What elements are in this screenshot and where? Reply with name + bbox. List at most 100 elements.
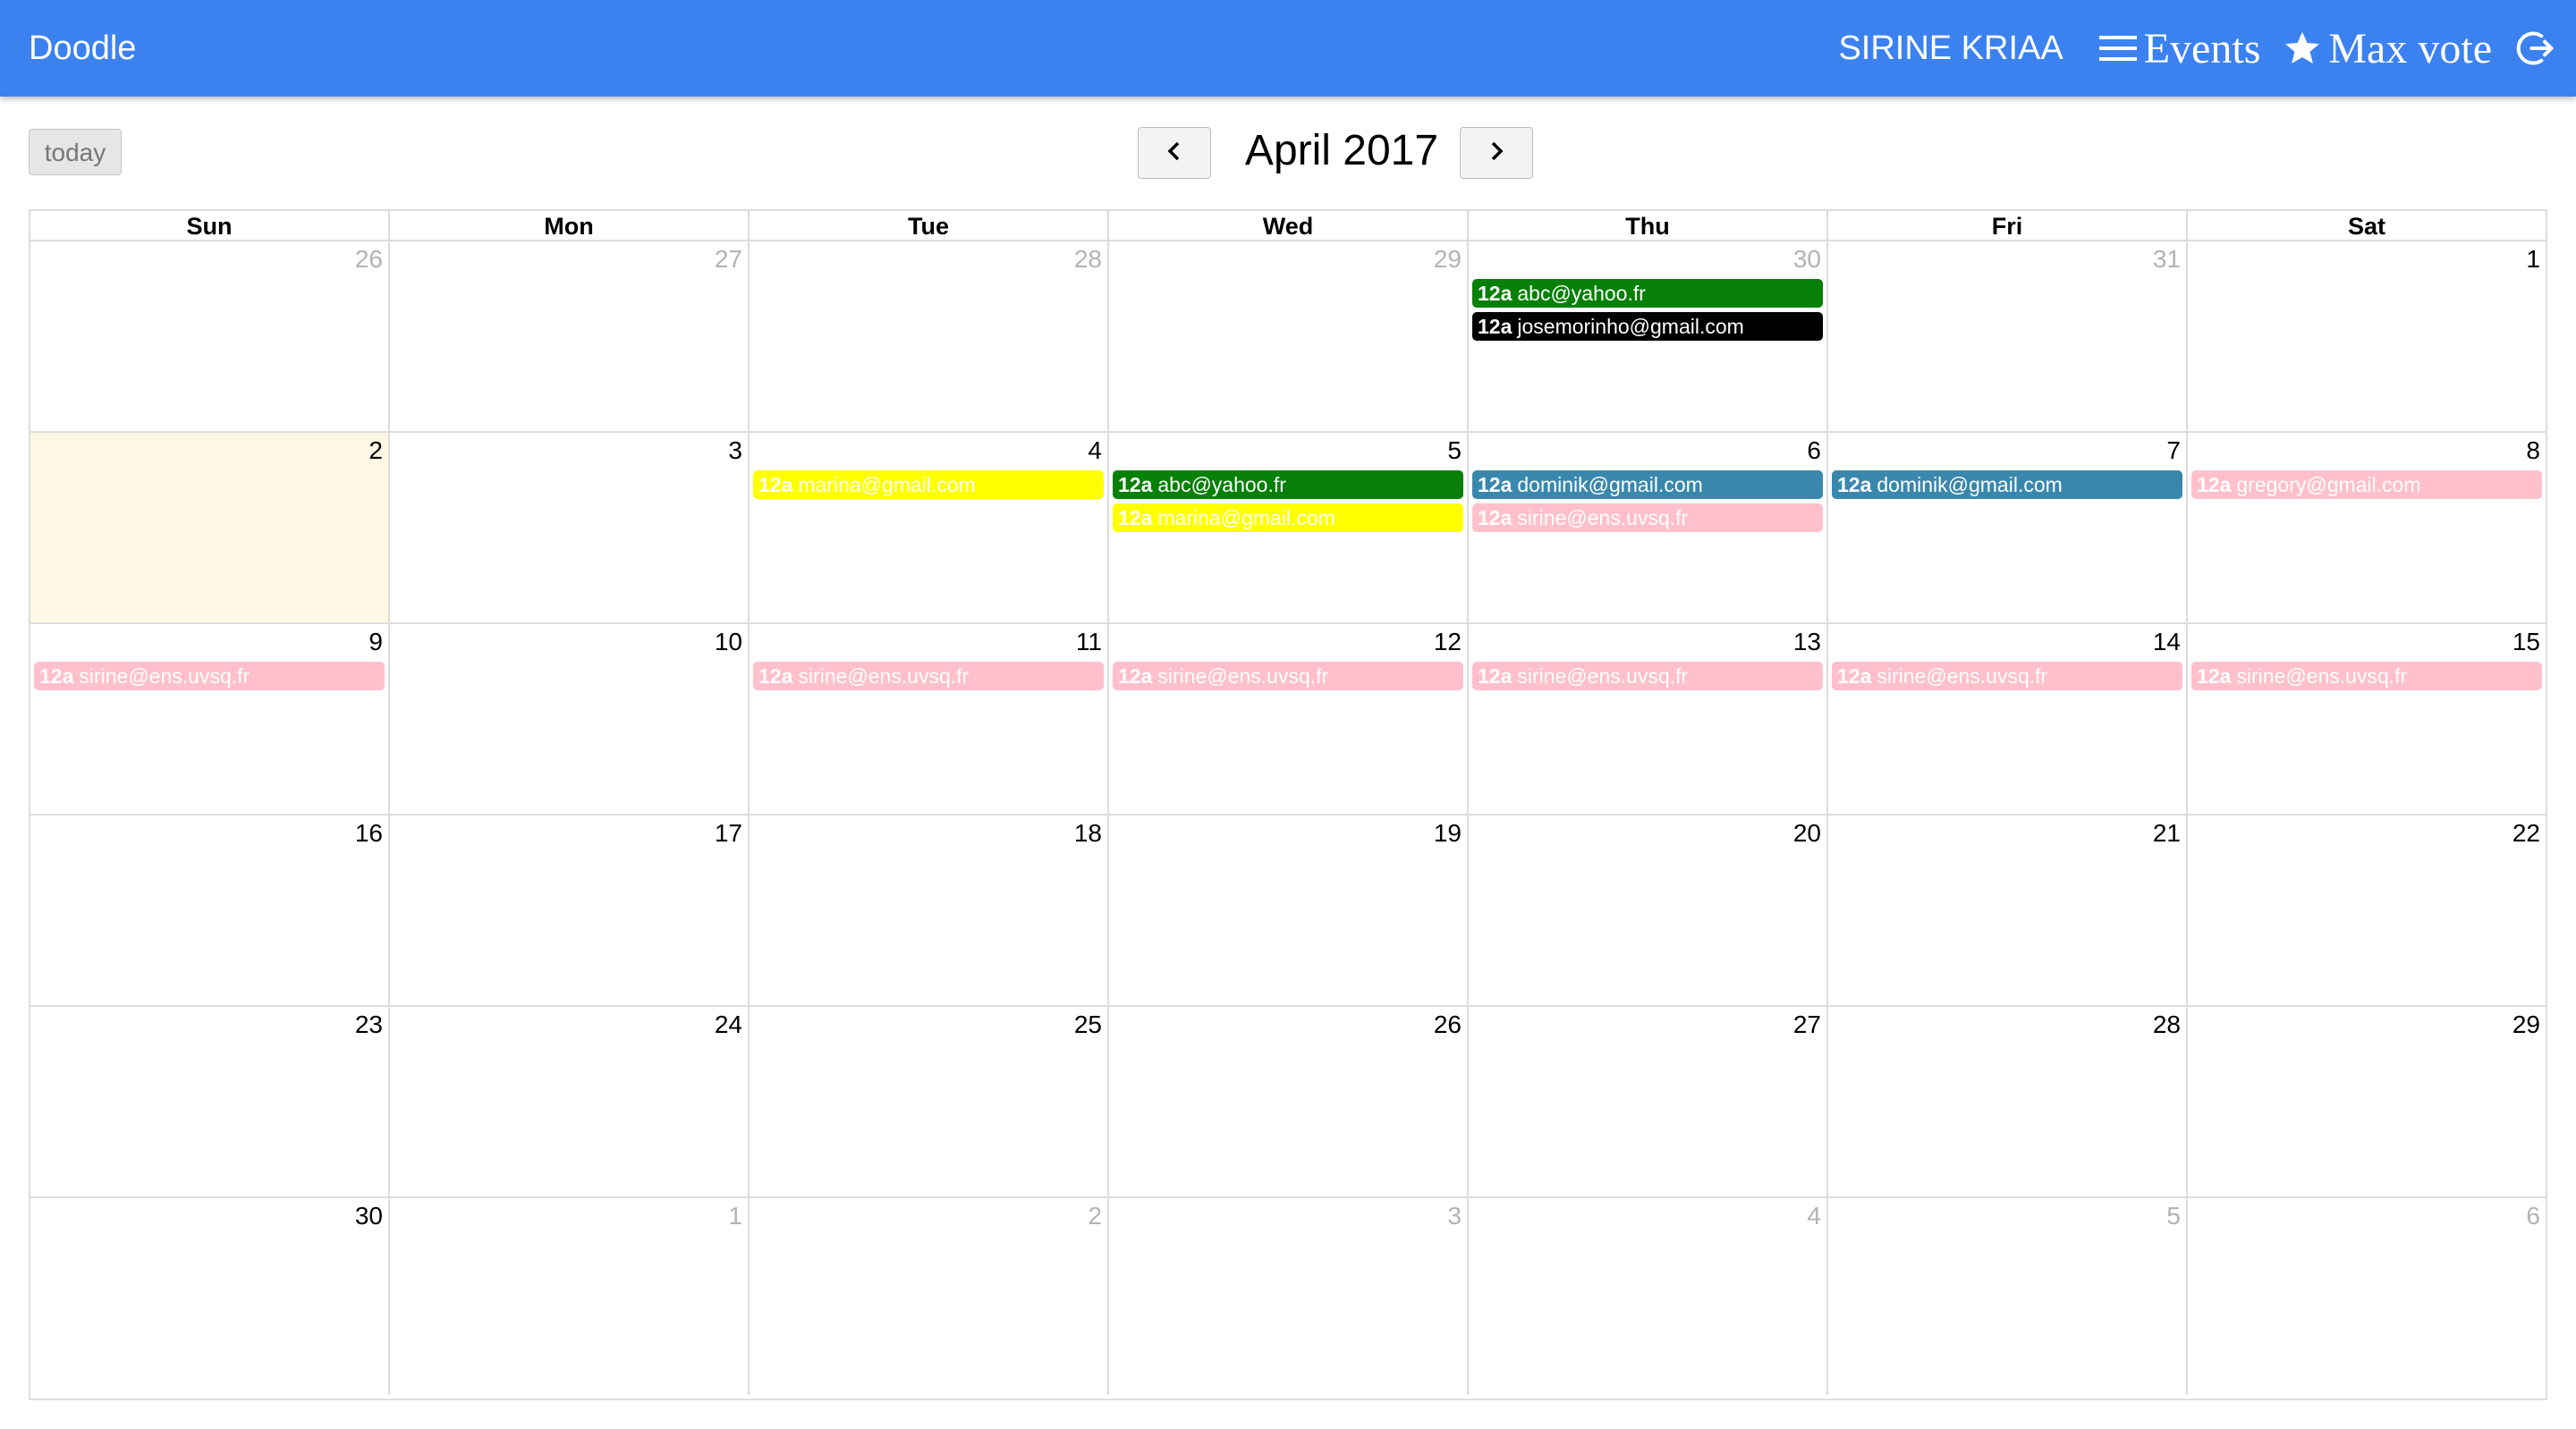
day-cell[interactable]: 26 [1109,1007,1469,1196]
calendar-event[interactable]: 12a dominik@gmail.com [1832,470,2182,499]
calendar-event[interactable]: 12a gregory@gmail.com [2191,470,2542,499]
day-number[interactable]: 7 [2166,436,2181,465]
calendar-event[interactable]: 12a sirine@ens.uvsq.fr [2191,662,2542,690]
day-cell[interactable]: 22 [2188,816,2546,1005]
day-number[interactable]: 23 [355,1010,383,1039]
day-number[interactable]: 5 [1447,436,1462,465]
day-number[interactable]: 26 [1434,1010,1462,1039]
day-cell[interactable]: 1 [2188,241,2546,431]
day-cell[interactable]: 6 [2188,1198,2546,1395]
events-link[interactable]: Events [2098,24,2260,73]
day-cell[interactable]: 27 [390,241,750,431]
day-cell[interactable]: 11 12a sirine@ens.uvsq.fr [750,624,1109,814]
calendar-event[interactable]: 12a sirine@ens.uvsq.fr [1472,503,1823,532]
day-cell[interactable]: 29 [2188,1007,2546,1196]
day-cell[interactable]: 26 [30,241,390,431]
day-number[interactable]: 4 [1807,1202,1821,1230]
prev-month-button[interactable] [1138,127,1211,179]
day-number[interactable]: 28 [2153,1010,2181,1039]
day-number[interactable]: 2 [1088,1202,1102,1230]
day-number[interactable]: 6 [2526,1202,2540,1230]
day-cell[interactable]: 25 [750,1007,1109,1196]
day-number[interactable]: 11 [1076,628,1102,656]
day-number[interactable]: 17 [715,819,742,848]
day-number[interactable]: 10 [715,628,742,656]
day-cell[interactable]: 7 12a dominik@gmail.com [1828,433,2188,622]
day-number[interactable]: 3 [1447,1202,1462,1230]
day-cell[interactable]: 4 [1469,1198,1828,1395]
day-number[interactable]: 27 [1793,1010,1821,1039]
day-cell[interactable]: 8 12a gregory@gmail.com [2188,433,2546,622]
day-cell[interactable]: 18 [750,816,1109,1005]
next-month-button[interactable] [1460,127,1533,179]
calendar-event[interactable]: 12a marina@gmail.com [1113,503,1463,532]
day-number[interactable]: 13 [1793,628,1821,656]
calendar-event[interactable]: 12a sirine@ens.uvsq.fr [1472,662,1823,690]
day-cell[interactable]: 5 12a abc@yahoo.fr 12a marina@gmail.com [1109,433,1469,622]
day-number[interactable]: 4 [1088,436,1102,465]
day-number[interactable]: 22 [2512,819,2540,848]
day-number[interactable]: 30 [355,1202,383,1230]
day-number[interactable]: 29 [1434,245,1462,274]
day-number[interactable]: 14 [2153,628,2181,656]
day-number[interactable]: 29 [2512,1010,2540,1039]
day-cell[interactable]: 10 [390,624,750,814]
day-cell[interactable]: 3 [390,433,750,622]
day-cell[interactable]: 6 12a dominik@gmail.com 12a sirine@ens.uvsq.… [1469,433,1828,622]
day-cell[interactable]: 30 12a abc@yahoo.fr 12a josemorinho@gmail.co… [1469,241,1828,431]
calendar-event[interactable]: 12a sirine@ens.uvsq.fr [753,662,1104,690]
day-cell[interactable]: 4 12a marina@gmail.com [750,433,1109,622]
day-cell[interactable]: 17 [390,816,750,1005]
user-name[interactable]: SIRINE KRIAA [1838,30,2063,68]
day-cell[interactable]: 21 [1828,816,2188,1005]
day-cell[interactable]: 30 [30,1198,390,1395]
day-cell[interactable]: 2 [750,1198,1109,1395]
day-cell[interactable]: 27 [1469,1007,1828,1196]
day-cell[interactable]: 19 [1109,816,1469,1005]
day-number[interactable]: 28 [1074,245,1102,274]
max-vote-link[interactable]: Max vote [2284,24,2492,73]
day-cell-today[interactable]: 2 [30,433,390,622]
day-cell[interactable]: 14 12a sirine@ens.uvsq.fr [1828,624,2188,814]
day-number[interactable]: 6 [1807,436,1821,465]
day-number[interactable]: 16 [355,819,383,848]
day-number[interactable]: 18 [1074,819,1102,848]
day-number[interactable]: 19 [1434,819,1462,848]
day-number[interactable]: 8 [2526,436,2540,465]
day-number[interactable]: 2 [369,436,383,465]
brand-link[interactable]: Doodle [29,0,136,97]
calendar-event[interactable]: 12a josemorinho@gmail.com [1472,312,1823,341]
day-cell[interactable]: 12 12a sirine@ens.uvsq.fr [1109,624,1469,814]
day-cell[interactable]: 16 [30,816,390,1005]
day-number[interactable]: 21 [2153,819,2181,848]
day-cell[interactable]: 13 12a sirine@ens.uvsq.fr [1469,624,1828,814]
calendar-event[interactable]: 12a sirine@ens.uvsq.fr [34,662,385,690]
calendar-event[interactable]: 12a marina@gmail.com [753,470,1104,499]
day-cell[interactable]: 28 [1828,1007,2188,1196]
today-button[interactable]: today [29,129,122,175]
day-cell[interactable]: 29 [1109,241,1469,431]
day-number[interactable]: 15 [2512,628,2540,656]
calendar-event[interactable]: 12a abc@yahoo.fr [1472,279,1823,308]
day-number[interactable]: 31 [2153,245,2181,274]
day-cell[interactable]: 31 [1828,241,2188,431]
day-cell[interactable]: 24 [390,1007,750,1196]
day-number[interactable]: 3 [728,436,742,465]
day-number[interactable]: 20 [1793,819,1821,848]
day-number[interactable]: 30 [1793,245,1821,274]
calendar-event[interactable]: 12a abc@yahoo.fr [1113,470,1463,499]
day-cell[interactable]: 1 [390,1198,750,1395]
day-cell[interactable]: 23 [30,1007,390,1196]
day-number[interactable]: 24 [715,1010,742,1039]
day-number[interactable]: 25 [1074,1010,1102,1039]
day-cell[interactable]: 20 [1469,816,1828,1005]
day-cell[interactable]: 15 12a sirine@ens.uvsq.fr [2188,624,2546,814]
calendar-event[interactable]: 12a dominik@gmail.com [1472,470,1823,499]
logout-icon[interactable] [2515,29,2555,68]
day-cell[interactable]: 3 [1109,1198,1469,1395]
day-cell[interactable]: 28 [750,241,1109,431]
day-number[interactable]: 1 [728,1202,742,1230]
day-number[interactable]: 26 [355,245,383,274]
calendar-event[interactable]: 12a sirine@ens.uvsq.fr [1113,662,1463,690]
day-number[interactable]: 5 [2166,1202,2181,1230]
